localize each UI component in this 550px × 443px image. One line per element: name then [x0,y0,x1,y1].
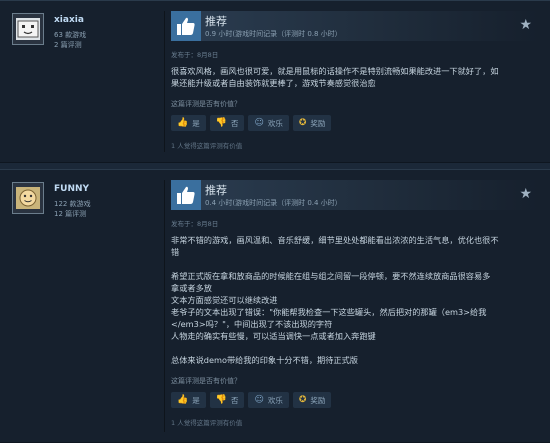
divider [164,180,165,432]
review-card: FUNNY 122 款游戏 12 篇评测 推荐 0.4 小时(游戏时间记录（评测… [0,169,550,443]
verdict-label: 推荐 [205,184,227,197]
review-line: 果还能升级或者自由装饰就更棒了，游戏节奏感觉很治愈 [171,78,376,88]
helpful-question: 这篇评测是否有价值？ [171,377,241,385]
author-games-count[interactable]: 63 款游戏 [54,30,86,40]
author-reviews-count[interactable]: 12 篇评测 [54,209,86,219]
verdict-label: 推荐 [205,15,227,28]
award-icon: ✪ [298,395,307,405]
avatar-image-icon [16,187,40,209]
divider [164,11,165,152]
vote-funny-button[interactable]: ☺ 欢乐 [248,392,289,408]
smiley-icon: ☺ [254,118,264,128]
review-line: 拿或者多放 [171,283,212,293]
vote-no-button[interactable]: 👎 否 [209,115,245,131]
review-line: 总体来说demo带给我的印象十分不错，期待正式版 [171,355,358,365]
review-content: 推荐 0.4 小时(游戏时间记录（评测时 0.4 小时） ★ 发布于：8月8日 … [171,180,538,427]
found-helpful: 1 人觉得这篇评测有价值 [171,142,243,150]
vote-yes-button[interactable]: 👍 是 [171,115,206,131]
vote-yes-button[interactable]: 👍 是 [171,392,206,408]
review-content: 推荐 0.9 小时(游戏时间记录（评测时 0.8 小时） ★ 发布于：8月8日 … [171,11,538,150]
posted-date: 发布于：8月8日 [171,51,219,59]
review-body: 很喜欢风格，画风也很可爱，就是用鼠标的话操作不是特别流畅如果能改进一下就好了，如… [171,65,538,89]
vote-funny-button[interactable]: ☺ 欢乐 [248,115,289,131]
thumbs-up-icon: 👍 [177,395,189,405]
smiley-icon: ☺ [254,395,264,405]
review-line: 希望正式版在拿和放商品的时候能在组与组之间留一段停顿，要不然连续放商品很容易多 [171,271,491,281]
thumbs-down-icon: 👎 [215,395,227,405]
review-line: 很喜欢风格，画风也很可爱，就是用鼠标的话操作不是特别流畅如果能改进一下就好了，如 [171,66,499,76]
button-label: 奖励 [310,118,326,128]
vote-no-button[interactable]: 👎 否 [209,392,245,408]
vote-buttons: 👍 是 👎 否 ☺ 欢乐 ✪ 奖励 [171,115,538,131]
button-label: 否 [230,395,239,405]
avatar[interactable] [12,13,44,45]
posted-date: 发布于：8月8日 [171,220,219,228]
review-body: 非常不错的游戏，画风温和、音乐舒缓，细节里处处都能看出浓浓的生活气息，优化也很不… [171,234,538,366]
author-reviews-count[interactable]: 2 篇评测 [54,40,82,50]
review-line: 人物走的确实有些慢，可以适当调快一点或者加入奔跑键 [171,331,376,341]
thumbs-up-box [171,180,201,210]
author-name[interactable]: xiaxia [54,15,84,25]
button-label: 是 [192,118,200,128]
review-verdict[interactable]: 推荐 0.4 小时(游戏时间记录（评测时 0.4 小时） ★ [171,180,538,210]
found-helpful: 1 人觉得这篇评测有价值 [171,419,243,427]
thumbs-down-icon: 👎 [215,118,227,128]
review-line [171,342,538,354]
star-icon[interactable]: ★ [519,17,532,33]
author-games-count[interactable]: 122 款游戏 [54,199,91,209]
thumbs-up-icon [177,186,195,204]
star-icon[interactable]: ★ [519,186,532,202]
avatar-image-icon [16,18,40,40]
review-line: </em3>吗？"，中间出现了不该出现的字符 [171,319,333,329]
button-label: 奖励 [310,395,326,405]
thumbs-up-box [171,11,201,41]
review-line: 错 [171,247,180,257]
playtime: 0.9 小时(游戏时间记录（评测时 0.8 小时） [205,30,342,38]
award-button[interactable]: ✪ 奖励 [292,115,332,131]
playtime: 0.4 小时(游戏时间记录（评测时 0.4 小时） [205,199,342,207]
thumbs-up-icon: 👍 [177,118,189,128]
button-label: 是 [192,395,200,405]
review-line [171,258,538,270]
review-line: 老爷子的文本出现了错误："你能帮我检查一下这些罐头，然后把对的那罐（em3>给我 [171,307,487,317]
author-name[interactable]: FUNNY [54,184,89,194]
avatar[interactable] [12,182,44,214]
button-label: 欢乐 [267,118,283,128]
thumbs-up-icon [177,17,195,35]
button-label: 否 [230,118,239,128]
review-line: 文本方面感觉还可以继续改进 [171,295,278,305]
review-verdict[interactable]: 推荐 0.9 小时(游戏时间记录（评测时 0.8 小时） ★ [171,11,538,41]
vote-buttons: 👍 是 👎 否 ☺ 欢乐 ✪ 奖励 [171,392,538,408]
award-icon: ✪ [298,118,307,128]
review-card: xiaxia 63 款游戏 2 篇评测 推荐 0.9 小时(游戏时间记录（评测时… [0,0,550,163]
review-line: 非常不错的游戏，画风温和、音乐舒缓，细节里处处都能看出浓浓的生活气息，优化也很不 [171,235,499,245]
button-label: 欢乐 [267,395,283,405]
helpful-question: 这篇评测是否有价值？ [171,100,241,108]
award-button[interactable]: ✪ 奖励 [292,392,332,408]
